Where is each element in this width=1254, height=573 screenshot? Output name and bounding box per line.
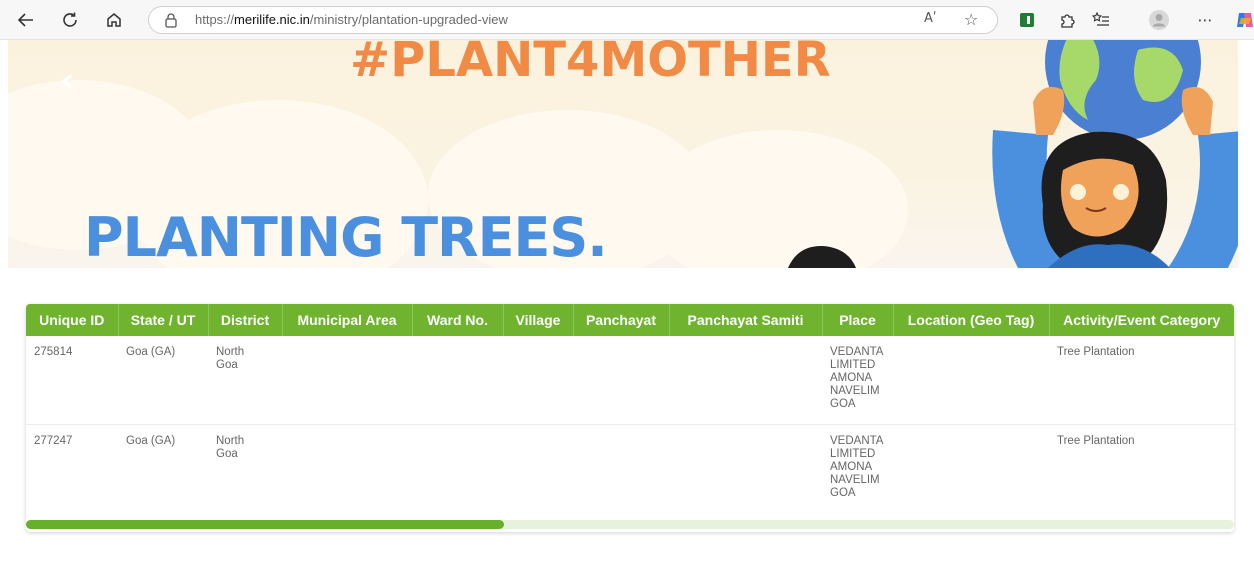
cell-panchayat xyxy=(573,336,669,424)
cell-panchayat-samiti xyxy=(669,336,822,424)
decorative-shape xyxy=(788,245,856,268)
cell-line: GOA xyxy=(830,486,856,499)
column-header[interactable]: Village xyxy=(503,304,574,336)
url-text[interactable]: https://merilife.nic.in/ministry/plantat… xyxy=(195,12,508,27)
cell-municipal-area xyxy=(282,424,412,512)
cell-village xyxy=(503,336,573,424)
refresh-icon[interactable] xyxy=(58,8,82,32)
table-row: 275814 Goa (GA) North Goa VEDANTA LIMITE… xyxy=(26,336,1234,424)
carousel-prev-icon[interactable]: ‹ xyxy=(60,60,75,101)
horizontal-scrollbar[interactable] xyxy=(26,520,1234,529)
page-content: ‹ #PLANT4MOTHER PLANTING TREES. Unique I… xyxy=(8,40,1238,573)
cell-line: North xyxy=(216,434,245,447)
cell-activity: Tree Plantation xyxy=(1057,346,1135,358)
plantation-table-card: Unique ID State / UT District Municipal … xyxy=(26,304,1234,532)
cell-state: Goa (GA) xyxy=(126,434,176,447)
url-domain: merilife.nic.in xyxy=(234,12,310,27)
extensions-puzzle-icon[interactable] xyxy=(1056,9,1078,31)
home-icon[interactable] xyxy=(102,8,126,32)
cell-line: LIMITED xyxy=(830,447,876,460)
cell-line: VEDANTA xyxy=(830,434,884,447)
scrollbar-thumb[interactable] xyxy=(26,520,504,529)
cell-place: VEDANTA LIMITED AMONA NAVELIM GOA xyxy=(822,424,893,512)
profile-avatar-icon[interactable] xyxy=(1148,9,1170,31)
cell-line: GOA xyxy=(830,398,856,410)
back-icon[interactable] xyxy=(14,8,38,32)
column-header[interactable]: Unique ID xyxy=(26,304,119,336)
cell-activity: Tree Plantation xyxy=(1057,434,1135,447)
extension-icon[interactable] xyxy=(1016,9,1038,31)
banner-hashtag: #PLANT4MOTHER xyxy=(350,40,831,88)
favorite-star-icon[interactable]: ☆ xyxy=(964,10,978,29)
table-header-row: Unique ID State / UT District Municipal … xyxy=(26,304,1234,336)
cell-location xyxy=(893,336,1049,424)
cell-district: North Goa xyxy=(208,336,282,424)
cell-panchayat xyxy=(573,424,669,512)
cell-line: North xyxy=(216,346,245,358)
favorites-list-icon[interactable] xyxy=(1090,9,1112,31)
cell-village xyxy=(503,424,573,512)
url-path: /ministry/plantation-upgraded-view xyxy=(309,12,508,27)
woman-holding-globe-illustration xyxy=(788,40,1238,268)
column-header[interactable]: Ward No. xyxy=(412,304,504,336)
copilot-icon[interactable] xyxy=(1234,9,1254,31)
plantation-table: Unique ID State / UT District Municipal … xyxy=(26,304,1234,512)
hero-banner: ‹ #PLANT4MOTHER PLANTING TREES. xyxy=(8,40,1238,268)
more-menu-icon[interactable]: ⋯ xyxy=(1194,9,1216,31)
cell-line: Goa xyxy=(216,359,238,371)
cell-state: Goa (GA) xyxy=(126,346,176,358)
cell-line: NAVELIM xyxy=(830,385,880,397)
table-row: 277247 Goa (GA) North Goa VEDANTA LIMITE… xyxy=(26,424,1234,512)
read-aloud-icon[interactable]: Aʹ xyxy=(924,11,937,26)
cell-ward-no xyxy=(412,336,503,424)
cell-ward-no xyxy=(412,424,503,512)
cell-panchayat-samiti xyxy=(669,424,822,512)
cell-line: AMONA xyxy=(830,460,873,473)
column-header[interactable]: Panchayat Samiti xyxy=(669,304,823,336)
column-header[interactable]: Location (Geo Tag) xyxy=(893,304,1050,336)
url-prefix: https:// xyxy=(195,12,235,27)
cell-line: NAVELIM xyxy=(830,473,880,486)
lock-icon[interactable] xyxy=(163,12,179,28)
cell-unique-id: 277247 xyxy=(34,434,73,447)
cell-district: North Goa xyxy=(208,424,282,512)
cell-location xyxy=(893,424,1049,512)
cell-line: VEDANTA xyxy=(830,346,884,358)
banner-headline: PLANTING TREES. xyxy=(84,206,608,268)
cell-line: Goa xyxy=(216,447,238,460)
cell-unique-id: 275814 xyxy=(34,346,73,358)
column-header[interactable]: Activity/Event Category xyxy=(1049,304,1234,336)
cell-line: AMONA xyxy=(830,372,873,384)
column-header[interactable]: Municipal Area xyxy=(282,304,413,336)
browser-toolbar: https://merilife.nic.in/ministry/plantat… xyxy=(0,0,1254,40)
column-header[interactable]: District xyxy=(208,304,283,336)
cell-place: VEDANTA LIMITED AMONA NAVELIM GOA xyxy=(822,336,893,424)
cell-line: LIMITED xyxy=(830,359,876,371)
column-header[interactable]: Place xyxy=(822,304,894,336)
cell-municipal-area xyxy=(282,336,412,424)
address-bar[interactable]: https://merilife.nic.in/ministry/plantat… xyxy=(148,6,998,34)
column-header[interactable]: Panchayat xyxy=(573,304,670,336)
column-header[interactable]: State / UT xyxy=(118,304,209,336)
